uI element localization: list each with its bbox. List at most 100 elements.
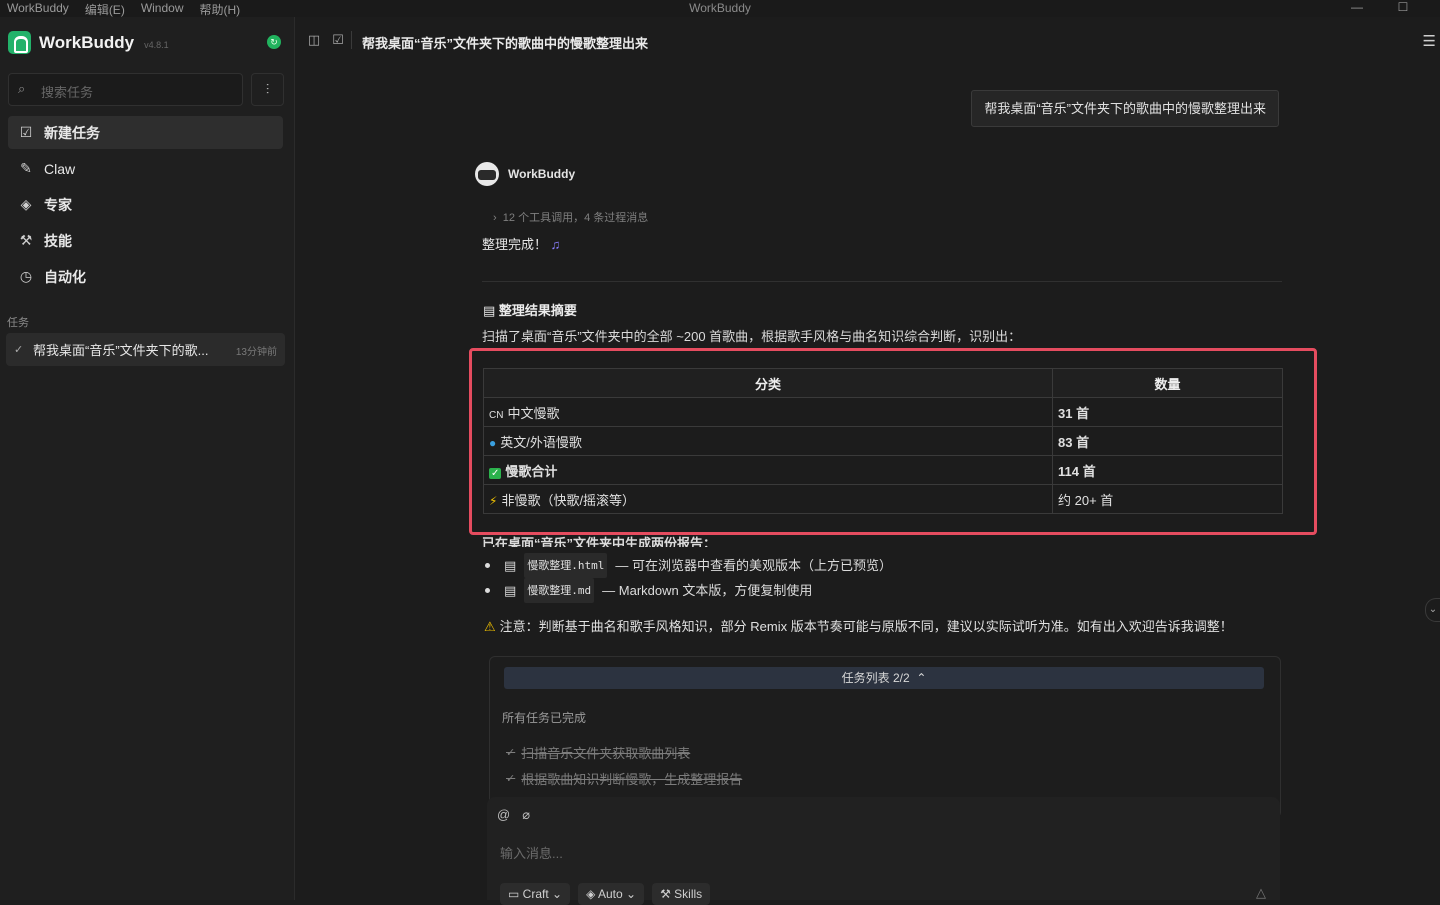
magic-wand-icon: ⚒ <box>19 232 33 248</box>
nav-new-task[interactable]: ☑ 新建任务 <box>8 116 283 149</box>
attachment-icon[interactable]: ⌀ <box>522 807 530 823</box>
file-desc: — 可在浏览器中查看的美观版本（上方已预览） <box>615 558 893 573</box>
message-input[interactable]: 输入消息... <box>500 843 563 862</box>
chip-label: Auto <box>597 887 623 901</box>
file-desc: — Markdown 文本版，方便复制使用 <box>602 583 813 598</box>
task-item: ✓ 扫描音乐文件夹获取歌曲列表 <box>506 743 690 762</box>
tasks-section-label: 任务 <box>7 317 29 329</box>
summary-text: 扫描了桌面“音乐”文件夹中的全部 ~200 首歌曲，根据歌手风格与曲名知识综合判… <box>482 329 1022 344</box>
divider <box>351 31 352 49</box>
chip-label: Craft <box>522 887 549 901</box>
graduation-cap-icon: ◈ <box>20 196 32 212</box>
nav-label: 新建任务 <box>44 124 100 141</box>
task-list-toggle[interactable]: 任务列表 2/2 ⌃ <box>504 667 1264 689</box>
task-item: ✓ 根据歌曲知识判断慢歌，生成整理报告 <box>506 769 742 788</box>
composer-icons: @ ⌀ <box>497 807 530 823</box>
warning-text: 注意：判断基于曲名和歌手风格知识，部分 Remix 版本节奏可能与原版不同，建议… <box>499 619 1233 634</box>
task-list-header: 任务列表 2/2 <box>841 671 910 685</box>
menu-window[interactable]: Window <box>141 1 184 18</box>
summary-heading-text: 整理结果摘要 <box>498 303 577 318</box>
workbuddy-logo-icon <box>8 31 31 54</box>
done-text: 整理完成！ <box>482 237 548 252</box>
top-bar: ◫ ☑ 帮我桌面“音乐”文件夹下的歌曲中的慢歌整理出来 ☰ <box>295 17 1440 65</box>
nav-label: 自动化 <box>44 268 86 285</box>
skills-button[interactable]: ⚒ Skills <box>652 883 711 905</box>
clipboard-icon: ▤ <box>483 303 496 318</box>
check-icon: ✓ <box>14 344 24 356</box>
nav-automation[interactable]: ◷ 自动化 <box>8 260 283 293</box>
divider <box>482 281 1282 282</box>
nav-experts[interactable]: ◈ 专家 <box>8 188 283 221</box>
task-list-card: 任务列表 2/2 ⌃ 所有任务已完成 ✓ 扫描音乐文件夹获取歌曲列表 ✓ 根据歌… <box>489 656 1281 818</box>
nav-label: 专家 <box>44 196 72 213</box>
task-item-text: 根据歌曲知识判断慢歌，生成整理报告 <box>521 772 743 787</box>
done-message: 整理完成！ ♫ <box>482 234 560 253</box>
chip-label: Skills <box>674 887 703 901</box>
chevron-down-icon: ⌄ <box>548 887 563 901</box>
file-icon: ▤ <box>504 558 517 573</box>
summary-heading: ▤ 整理结果摘要 <box>483 300 577 319</box>
tool-calls-toggle[interactable]: › 12 个工具调用，4 条过程消息 <box>493 209 648 225</box>
list-item: ▤ 慢歌整理.html — 可在浏览器中查看的美观版本（上方已预览） <box>482 553 892 578</box>
claw-icon: ✎ <box>20 160 32 176</box>
task-title: 帮我桌面“音乐”文件夹下的歌... <box>33 343 209 358</box>
nav-skills[interactable]: ⚒ 技能 <box>8 224 283 257</box>
new-task-icon[interactable]: ☑ <box>330 32 346 48</box>
list-item: ▤ 慢歌整理.md — Markdown 文本版，方便复制使用 <box>482 578 892 603</box>
file-name[interactable]: 慢歌整理.md <box>524 578 595 603</box>
warning-icon: ⚠ <box>484 619 496 634</box>
check-circle-icon: ✓ <box>506 773 516 785</box>
craft-mode-button[interactable]: ▭ Craft ⌄ <box>500 883 571 905</box>
highlight-box <box>469 348 1317 535</box>
nav-label: 技能 <box>44 232 72 249</box>
filter-button[interactable]: ⫶ <box>251 73 284 106</box>
task-status: 所有任务已完成 <box>502 711 587 725</box>
bot-name: WorkBuddy <box>508 167 576 181</box>
menu-icon[interactable]: ☰ <box>1423 32 1436 50</box>
menu-workbuddy[interactable]: WorkBuddy <box>7 1 69 18</box>
menu-edit[interactable]: 编辑(E) <box>85 1 125 18</box>
bullet <box>485 588 490 593</box>
bullet <box>485 563 490 568</box>
task-list-item[interactable]: ✓ 帮我桌面“音乐”文件夹下的歌... 13分钟前 <box>6 333 285 366</box>
craft-icon: ▭ <box>508 887 523 901</box>
nav-label: Claw <box>44 160 76 177</box>
sidebar: WorkBuddy v4.8.1 ↻ ⌕ 搜索任务 ⫶ ☑ 新建任务 ✎ Cla… <box>0 17 295 900</box>
music-note-icon: ♫ <box>550 237 561 252</box>
minimize-button[interactable]: — <box>1342 0 1372 17</box>
clock-icon: ◷ <box>19 268 33 284</box>
chevron-up-icon: ⌃ <box>912 671 927 685</box>
report-heading: 已在桌面“音乐”文件夹中生成两份报告： <box>482 536 717 547</box>
user-message: 帮我桌面“音乐”文件夹下的歌曲中的慢歌整理出来 <box>971 90 1279 127</box>
task-time: 13分钟前 <box>235 347 277 358</box>
chevron-down-icon: ⌄ <box>622 887 637 901</box>
edit-square-icon: ☑ <box>19 124 33 140</box>
scroll-down-button[interactable]: ⌄ <box>1425 598 1440 622</box>
brand: WorkBuddy v4.8.1 <box>8 31 169 54</box>
composer-toolbar: ▭ Craft ⌄ ◈ Auto ⌄ ⚒ Skills <box>500 883 711 905</box>
warning-note: ⚠ 注意：判断基于曲名和歌手风格知识，部分 Remix 版本节奏可能与原版不同，建… <box>484 616 1233 635</box>
search-placeholder: 搜索任务 <box>41 85 94 100</box>
bot-header: WorkBuddy <box>475 162 575 186</box>
menu-help[interactable]: 帮助(H) <box>200 1 241 18</box>
message-composer: @ ⌀ 输入消息... ▭ Craft ⌄ ◈ Auto ⌄ ⚒ Skills … <box>487 797 1280 905</box>
report-files-list: ▤ 慢歌整理.html — 可在浏览器中查看的美观版本（上方已预览） ▤ 慢歌整… <box>482 553 892 603</box>
search-input[interactable]: ⌕ 搜索任务 <box>8 73 243 106</box>
sync-status-icon[interactable]: ↻ <box>267 35 281 49</box>
task-item-text: 扫描音乐文件夹获取歌曲列表 <box>521 746 691 761</box>
check-circle-icon: ✓ <box>506 747 516 759</box>
brand-name: WorkBuddy <box>39 32 135 52</box>
maximize-button[interactable]: ☐ <box>1388 0 1418 17</box>
toggle-sidebar-icon[interactable]: ◫ <box>306 32 322 48</box>
mention-icon[interactable]: @ <box>497 807 510 823</box>
tool-calls-text: 12 个工具调用，4 条过程消息 <box>502 212 649 224</box>
send-icon[interactable]: △ <box>1256 885 1266 901</box>
magic-wand-icon: ⚒ <box>660 887 675 901</box>
nav-claw[interactable]: ✎ Claw <box>8 152 283 185</box>
model-select-button[interactable]: ◈ Auto ⌄ <box>578 883 645 905</box>
layers-icon: ◈ <box>586 887 598 901</box>
sliders-icon: ⫶ <box>265 81 270 97</box>
file-name[interactable]: 慢歌整理.html <box>524 553 608 578</box>
chevron-down-icon: ⌄ <box>1428 604 1438 615</box>
conversation-title: 帮我桌面“音乐”文件夹下的歌曲中的慢歌整理出来 <box>362 36 649 51</box>
